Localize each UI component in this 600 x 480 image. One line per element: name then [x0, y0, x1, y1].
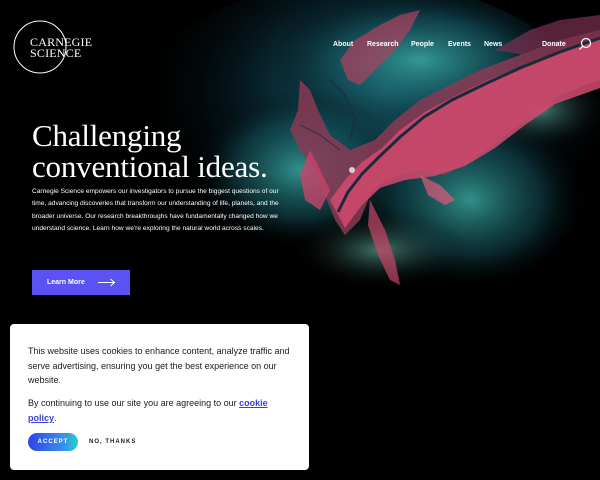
brand-line-2: SCIENCE — [30, 46, 82, 60]
hero-intro-text: Carnegie Science empowers our investigat… — [32, 188, 279, 233]
hero-headline: Challenging conventional ideas. — [32, 120, 268, 182]
learn-more-button[interactable]: Learn More — [32, 270, 130, 295]
accept-button[interactable]: ACCEPT — [28, 433, 78, 451]
cookie-banner: This website uses cookies to enhance con… — [10, 324, 309, 470]
brand-wordmark: CARNEGIE SCIENCE — [30, 36, 110, 60]
arrow-right-icon — [98, 278, 116, 287]
cookie-message: This website uses cookies to enhance con… — [28, 346, 290, 385]
nav-item-events[interactable]: Events — [448, 41, 471, 48]
search-icon[interactable] — [578, 37, 592, 51]
no-thanks-button[interactable]: NO, THANKS — [89, 436, 136, 448]
nav-item-research[interactable]: Research — [367, 41, 399, 48]
consent-prefix: By continuing to use our site you are ag… — [28, 398, 240, 408]
nav-item-people[interactable]: People — [411, 41, 434, 48]
accept-label: ACCEPT — [37, 439, 69, 445]
headline-line-2: conventional ideas. — [32, 149, 268, 184]
nav-item-about[interactable]: About — [333, 41, 353, 48]
nav-item-donate[interactable]: Donate — [542, 41, 566, 48]
learn-more-label: Learn More — [47, 279, 85, 286]
cookie-consent-text: By continuing to use our site you are ag… — [28, 396, 298, 425]
consent-suffix: . — [54, 412, 57, 423]
headline-line-1: Challenging — [32, 118, 182, 153]
brand-logo[interactable]: CARNEGIE SCIENCE — [8, 18, 92, 78]
nav-item-news[interactable]: News — [484, 41, 502, 48]
